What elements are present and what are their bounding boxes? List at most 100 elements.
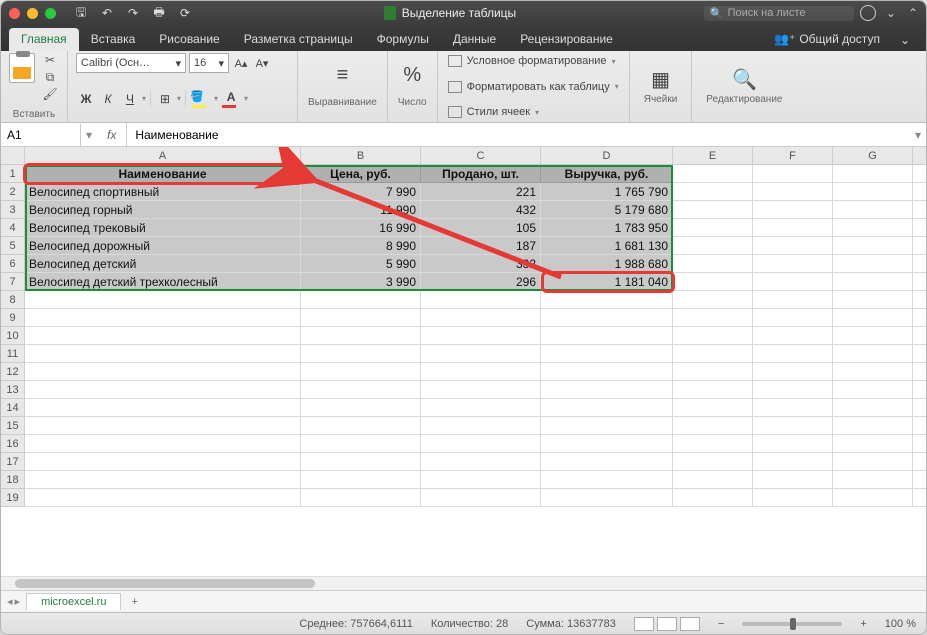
cell[interactable]: 16 990 <box>301 219 421 237</box>
maximize-icon[interactable] <box>45 8 56 19</box>
cell[interactable] <box>753 165 833 183</box>
cell[interactable] <box>913 291 926 309</box>
cell[interactable]: 105 <box>421 219 541 237</box>
cell[interactable]: Велосипед трековый <box>25 219 301 237</box>
cell[interactable] <box>541 435 673 453</box>
cell[interactable]: 1 988 680 <box>541 255 673 273</box>
column-header[interactable]: D <box>541 147 673 165</box>
cell[interactable] <box>301 345 421 363</box>
cell[interactable] <box>673 363 753 381</box>
cell[interactable]: Цена, руб. <box>301 165 421 183</box>
search-input[interactable]: 🔍 Поиск на листе <box>704 6 854 21</box>
cell[interactable] <box>421 489 541 507</box>
row-header[interactable]: 12 <box>1 363 25 381</box>
cell[interactable] <box>301 309 421 327</box>
cell[interactable]: Велосипед детский трехколесный <box>25 273 301 291</box>
print-icon[interactable]: 🖶 <box>148 4 170 22</box>
chevron-down-icon[interactable]: ▾ <box>81 128 97 142</box>
column-header[interactable]: C <box>421 147 541 165</box>
sheet-prev-icon[interactable]: ▸ <box>15 595 21 608</box>
row-header[interactable]: 16 <box>1 435 25 453</box>
cell[interactable] <box>541 363 673 381</box>
cell[interactable] <box>673 183 753 201</box>
cell[interactable]: 5 990 <box>301 255 421 273</box>
row-header[interactable]: 1 <box>1 165 25 183</box>
cut-icon[interactable]: ✂ <box>41 53 59 67</box>
cell[interactable]: 3 990 <box>301 273 421 291</box>
cell[interactable] <box>25 399 301 417</box>
row-header[interactable]: 11 <box>1 345 25 363</box>
cell[interactable] <box>833 363 913 381</box>
close-icon[interactable] <box>9 8 20 19</box>
fill-color-button[interactable]: 🪣 <box>190 90 212 108</box>
cell[interactable] <box>753 219 833 237</box>
cell[interactable] <box>673 201 753 219</box>
cell[interactable] <box>301 435 421 453</box>
row-header[interactable]: 5 <box>1 237 25 255</box>
cell[interactable] <box>753 489 833 507</box>
cell[interactable] <box>673 381 753 399</box>
format-painter-icon[interactable]: 🖌 <box>41 87 59 101</box>
row-header[interactable]: 4 <box>1 219 25 237</box>
cell[interactable] <box>673 255 753 273</box>
cell[interactable] <box>913 471 926 489</box>
cell[interactable] <box>913 399 926 417</box>
cell[interactable] <box>913 453 926 471</box>
cell[interactable]: Продано, шт. <box>421 165 541 183</box>
cell[interactable]: 221 <box>421 183 541 201</box>
font-color-button[interactable]: A <box>220 90 242 108</box>
view-pagelayout-button[interactable] <box>657 617 677 631</box>
copy-icon[interactable]: ⧉ <box>41 70 59 84</box>
cell[interactable] <box>913 417 926 435</box>
cell[interactable] <box>673 327 753 345</box>
tab-review[interactable]: Рецензирование <box>508 28 625 51</box>
cell[interactable]: 11 990 <box>301 201 421 219</box>
cell[interactable] <box>753 453 833 471</box>
cell[interactable] <box>913 201 926 219</box>
sheet-first-icon[interactable]: ◂ <box>7 595 13 608</box>
cell[interactable] <box>833 255 913 273</box>
cell[interactable] <box>25 345 301 363</box>
cell[interactable] <box>25 471 301 489</box>
italic-button[interactable]: К <box>98 89 118 109</box>
cell[interactable] <box>913 255 926 273</box>
view-pagebreak-button[interactable] <box>680 617 700 631</box>
cell[interactable] <box>673 165 753 183</box>
cell[interactable] <box>913 345 926 363</box>
feedback-icon[interactable] <box>860 5 876 21</box>
cell[interactable] <box>673 453 753 471</box>
column-header[interactable]: G <box>833 147 913 165</box>
column-header[interactable]: H <box>913 147 926 165</box>
cell[interactable] <box>421 327 541 345</box>
font-size-select[interactable]: 16▾ <box>189 53 229 73</box>
cell[interactable]: 8 990 <box>301 237 421 255</box>
undo-icon[interactable]: ↶ <box>96 4 118 22</box>
cell[interactable] <box>833 291 913 309</box>
row-header[interactable]: 18 <box>1 471 25 489</box>
cell[interactable] <box>421 363 541 381</box>
fx-icon[interactable]: fx <box>97 123 127 146</box>
cell[interactable] <box>913 219 926 237</box>
cell[interactable] <box>833 309 913 327</box>
cell[interactable] <box>753 435 833 453</box>
cell[interactable]: 7 990 <box>301 183 421 201</box>
cell[interactable] <box>541 453 673 471</box>
cell[interactable] <box>913 273 926 291</box>
zoom-slider[interactable] <box>742 622 842 626</box>
column-header[interactable]: F <box>753 147 833 165</box>
cell[interactable] <box>541 471 673 489</box>
chevron-down-icon[interactable]: ▾ <box>142 94 146 103</box>
cell[interactable] <box>753 471 833 489</box>
cell[interactable] <box>25 435 301 453</box>
cell[interactable] <box>673 273 753 291</box>
tab-layout[interactable]: Разметка страницы <box>232 28 365 51</box>
cell[interactable]: 1 765 790 <box>541 183 673 201</box>
cell[interactable] <box>25 309 301 327</box>
cell[interactable] <box>833 165 913 183</box>
redo-icon[interactable]: ↷ <box>122 4 144 22</box>
cell[interactable]: Велосипед дорожный <box>25 237 301 255</box>
cell[interactable]: Велосипед горный <box>25 201 301 219</box>
cell[interactable] <box>913 327 926 345</box>
row-header[interactable]: 13 <box>1 381 25 399</box>
cell-styles-button[interactable]: Стили ячеек▾ <box>448 106 619 118</box>
